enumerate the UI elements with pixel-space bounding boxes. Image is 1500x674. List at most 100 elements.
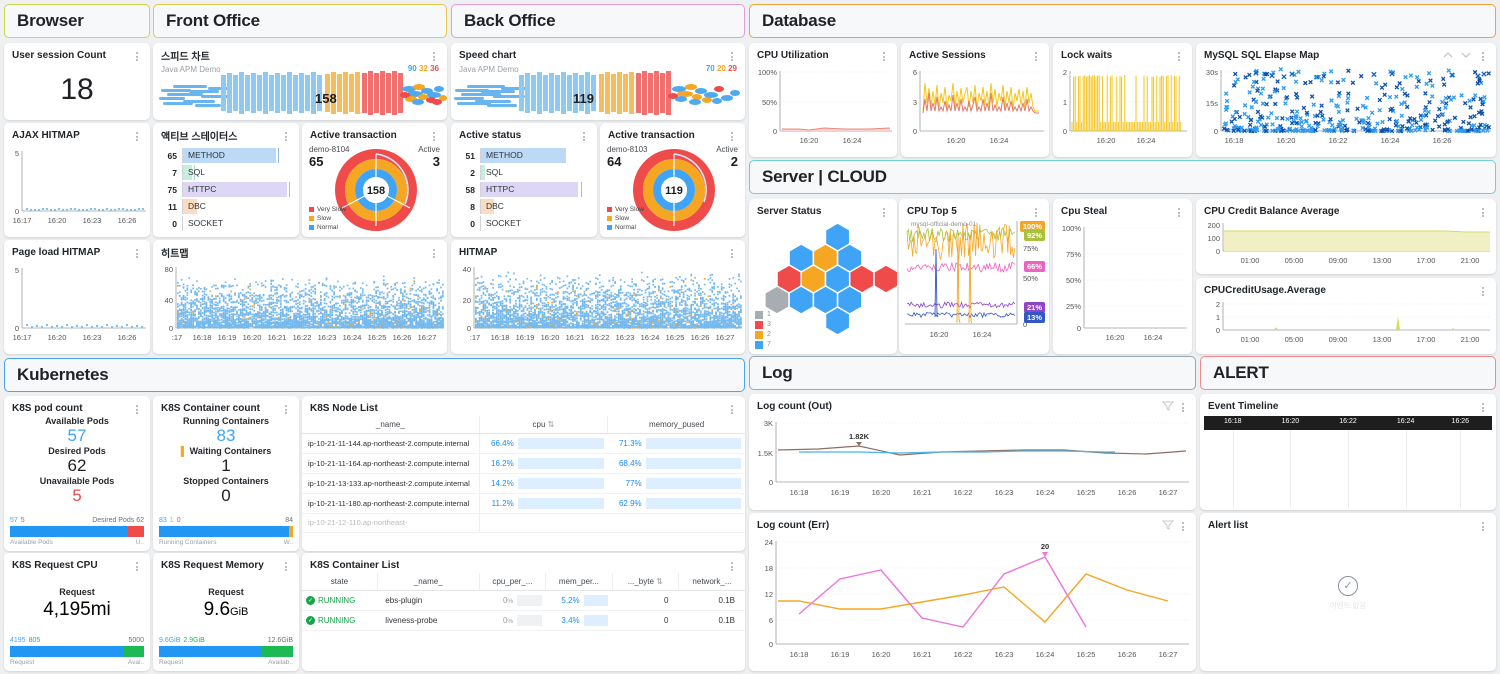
col-memory[interactable]: memory_pused (607, 416, 745, 434)
panel-menu-icon[interactable] (1478, 48, 1488, 62)
table-row[interactable]: ip-10-21-11-164.ap-northeast-2.compute.i… (302, 453, 745, 474)
table-row[interactable]: ip-10-21-11-144.ap-northeast-2.compute.i… (302, 433, 745, 454)
panel-lock-waits: Lock waits 2 1 0 16:20 16:24 (1053, 43, 1192, 157)
table-row[interactable]: ✓ RUNNING liveness-probe 0% 3.4% 0 0.1B (302, 610, 745, 631)
table-row[interactable]: ip-10-21-13-133.ap-northeast-2.compute.i… (302, 473, 745, 494)
donut-center-value: 119 (665, 185, 683, 197)
row-bar: METHOD (182, 148, 291, 163)
panel-menu-icon[interactable] (429, 128, 439, 142)
active-status-row[interactable]: 0 SOCKET (157, 215, 291, 232)
check-icon: ✓ (306, 616, 315, 625)
panel-menu-icon[interactable] (1031, 48, 1041, 62)
panel-menu-icon[interactable] (1478, 399, 1488, 413)
panel-menu-icon[interactable] (429, 48, 439, 62)
col-name[interactable]: _name_ (377, 573, 480, 591)
svg-text:16:17: 16:17 (13, 333, 32, 342)
panel-menu-icon[interactable] (281, 128, 291, 142)
active-status-row[interactable]: 11 DBC (157, 198, 291, 215)
table-row[interactable]: ✓ RUNNING ebs-plugin 0% 5.2% 0 0.1B (302, 590, 745, 611)
table-row[interactable]: ip-10-21-12-110.ap-northeast- (302, 513, 745, 533)
filter-icon[interactable] (1162, 518, 1174, 532)
container-count-bar: 83 1 0 84 Running Containers W.. (159, 517, 293, 546)
panel-menu-icon[interactable] (1478, 518, 1488, 532)
active-status-row[interactable]: 2 SQL (455, 164, 589, 181)
section-header-server-cloud[interactable]: Server | CLOUD (749, 160, 1496, 194)
panel-menu-icon[interactable] (429, 245, 439, 259)
col-cpu-per[interactable]: cpu_per_... (479, 573, 547, 591)
legend-count: 7 (767, 341, 771, 348)
panel-menu-icon[interactable] (132, 245, 142, 259)
panel-title: Alert list (1208, 519, 1249, 531)
panel-k8s-request-memory: K8S Request Memory Request 9.6GiB 9.6GiB… (153, 553, 299, 671)
panel-k8s-container-list: K8S Container List state _name_ cpu_per_… (302, 553, 745, 671)
active-status-row[interactable]: 75 HTTPC (157, 181, 291, 198)
panel-menu-icon[interactable] (1178, 518, 1188, 532)
panel-menu-icon[interactable] (1178, 399, 1188, 413)
filter-icon[interactable] (1162, 399, 1174, 413)
col-name[interactable]: _name_ (302, 416, 480, 434)
panel-k8s-container-count: K8S Container count Running Containers 8… (153, 396, 299, 551)
active-status-row[interactable]: 65 METHOD (157, 147, 291, 164)
timeline-ruler[interactable]: 16:18 16:20 16:22 16:24 16:26 (1204, 416, 1492, 430)
panel-menu-icon[interactable] (1174, 204, 1184, 218)
panel-menu-icon[interactable] (132, 128, 142, 142)
tick-label: 16:26 (1451, 418, 1470, 425)
table-row[interactable]: ip-10-21-11-180.ap-northeast-2.compute.i… (302, 493, 745, 514)
cell-memory: 77% (607, 473, 745, 494)
panel-header: CPU Utilization (749, 43, 897, 63)
panel-menu-icon[interactable] (727, 401, 737, 415)
panel-menu-icon[interactable] (132, 558, 142, 572)
active-status-row[interactable]: 8 DBC (455, 198, 589, 215)
panel-header: K8S Container count (153, 396, 299, 416)
panel-menu-icon[interactable] (727, 245, 737, 259)
svg-text:20: 20 (463, 296, 471, 305)
row-label: SQL (188, 167, 206, 177)
section-header-front-office[interactable]: Front Office (153, 4, 447, 38)
col-cpu[interactable]: cpu ⇅ (479, 416, 609, 434)
panel-menu-icon[interactable] (1174, 48, 1184, 62)
section-header-alert[interactable]: ALERT (1200, 356, 1496, 390)
row-count: 58 (465, 184, 475, 195)
table-row[interactable] (302, 631, 745, 640)
section-header-back-office[interactable]: Back Office (451, 4, 745, 38)
active-status-row[interactable]: 7 SQL (157, 164, 291, 181)
section-header-browser[interactable]: Browser (4, 4, 150, 38)
section-header-kubernetes[interactable]: Kubernetes (4, 358, 745, 392)
chevron-down-icon[interactable] (1460, 49, 1472, 61)
svg-text:16:26: 16:26 (393, 333, 412, 342)
panel-menu-icon[interactable] (281, 558, 291, 572)
row-count: 8 (470, 201, 475, 212)
col-state[interactable]: state (302, 573, 378, 591)
col-network[interactable]: network_... (678, 573, 745, 591)
active-status-row[interactable]: 51 METHOD (455, 147, 589, 164)
panel-menu-icon[interactable] (879, 48, 889, 62)
panel-menu-icon[interactable] (727, 128, 737, 142)
svg-text:16:21: 16:21 (268, 333, 287, 342)
panel-header: CPU Top 5 (899, 199, 1049, 219)
bar-right-label: 84 (285, 517, 293, 524)
panel-header: Lock waits (1053, 43, 1192, 63)
col-byte[interactable]: ..._byte ⇅ (612, 573, 680, 591)
panel-menu-icon[interactable] (727, 48, 737, 62)
panel-menu-icon[interactable] (879, 204, 889, 218)
section-header-database[interactable]: Database (749, 4, 1496, 38)
panel-menu-icon[interactable] (281, 401, 291, 415)
panel-menu-icon[interactable] (132, 401, 142, 415)
section-header-log[interactable]: Log (749, 356, 1196, 390)
panel-cpu-top5: CPU Top 5 75% 50% 0 16:20 16:24 mysql-of… (899, 199, 1049, 354)
panel-menu-icon[interactable] (1478, 283, 1488, 297)
panel-menu-icon[interactable] (727, 558, 737, 572)
chevron-up-icon[interactable] (1442, 49, 1454, 61)
panel-menu-icon[interactable] (132, 48, 142, 62)
bar-foot-right: W.. (283, 539, 293, 546)
panel-header: K8S Node List (302, 396, 745, 416)
panel-title: CPU Top 5 (907, 205, 957, 217)
active-status-row[interactable]: 0 SOCKET (455, 215, 589, 232)
panel-k8s-pod-count: K8S pod count Available Pods 57 Desired … (4, 396, 150, 551)
panel-menu-icon[interactable] (579, 128, 589, 142)
active-status-rows: 65 METHOD 7 SQL 75 HTTPC 11 DBC 0 SOCKET (153, 143, 299, 232)
col-mem-per[interactable]: mem_per... (545, 573, 613, 591)
panel-menu-icon[interactable] (1478, 204, 1488, 218)
active-status-row[interactable]: 58 HTTPC (455, 181, 589, 198)
panel-menu-icon[interactable] (1031, 204, 1041, 218)
